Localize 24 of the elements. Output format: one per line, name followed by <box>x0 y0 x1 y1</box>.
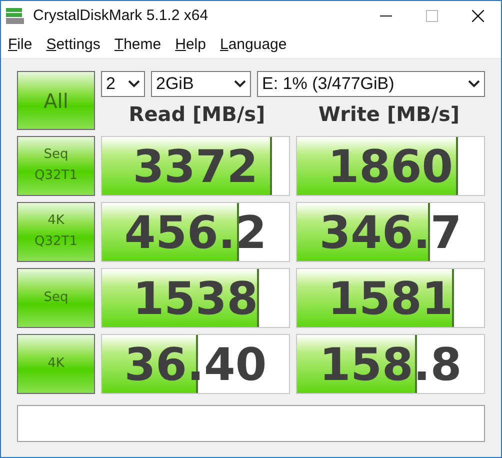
caret-icon <box>234 80 246 88</box>
score-value: 1860 <box>328 144 454 188</box>
dropdown[interactable]: E: 1% (3/477GiB) <box>257 71 485 97</box>
menu-item[interactable]: Help <box>175 36 206 52</box>
comment-field[interactable] <box>17 405 485 442</box>
dropdown[interactable]: 2GiB <box>151 71 251 97</box>
menu-item[interactable]: File <box>8 36 32 52</box>
column-header: Read [MB/s] <box>128 102 266 126</box>
app-icon <box>5 6 25 24</box>
score-value: 1581 <box>328 276 454 320</box>
caret-icon <box>468 80 480 88</box>
column-header: Write [MB/s] <box>317 102 461 126</box>
test-button[interactable]: 4K <box>17 334 95 394</box>
window-title: CrystalDiskMark 5.1.2 x64 <box>33 7 208 24</box>
test-button[interactable]: 4K Q32T1 <box>17 202 95 262</box>
test-button[interactable]: Seq Q32T1 <box>17 136 95 196</box>
menu-item[interactable]: Settings <box>46 36 100 52</box>
menu-item[interactable]: Language <box>220 36 287 52</box>
dropdown[interactable]: 2 <box>101 71 145 97</box>
score-value: 1538 <box>132 276 258 320</box>
menu-item[interactable]: Theme <box>114 36 162 52</box>
close-icon[interactable] <box>472 10 484 22</box>
caret-icon <box>128 80 140 88</box>
score-value: 3372 <box>132 144 258 188</box>
